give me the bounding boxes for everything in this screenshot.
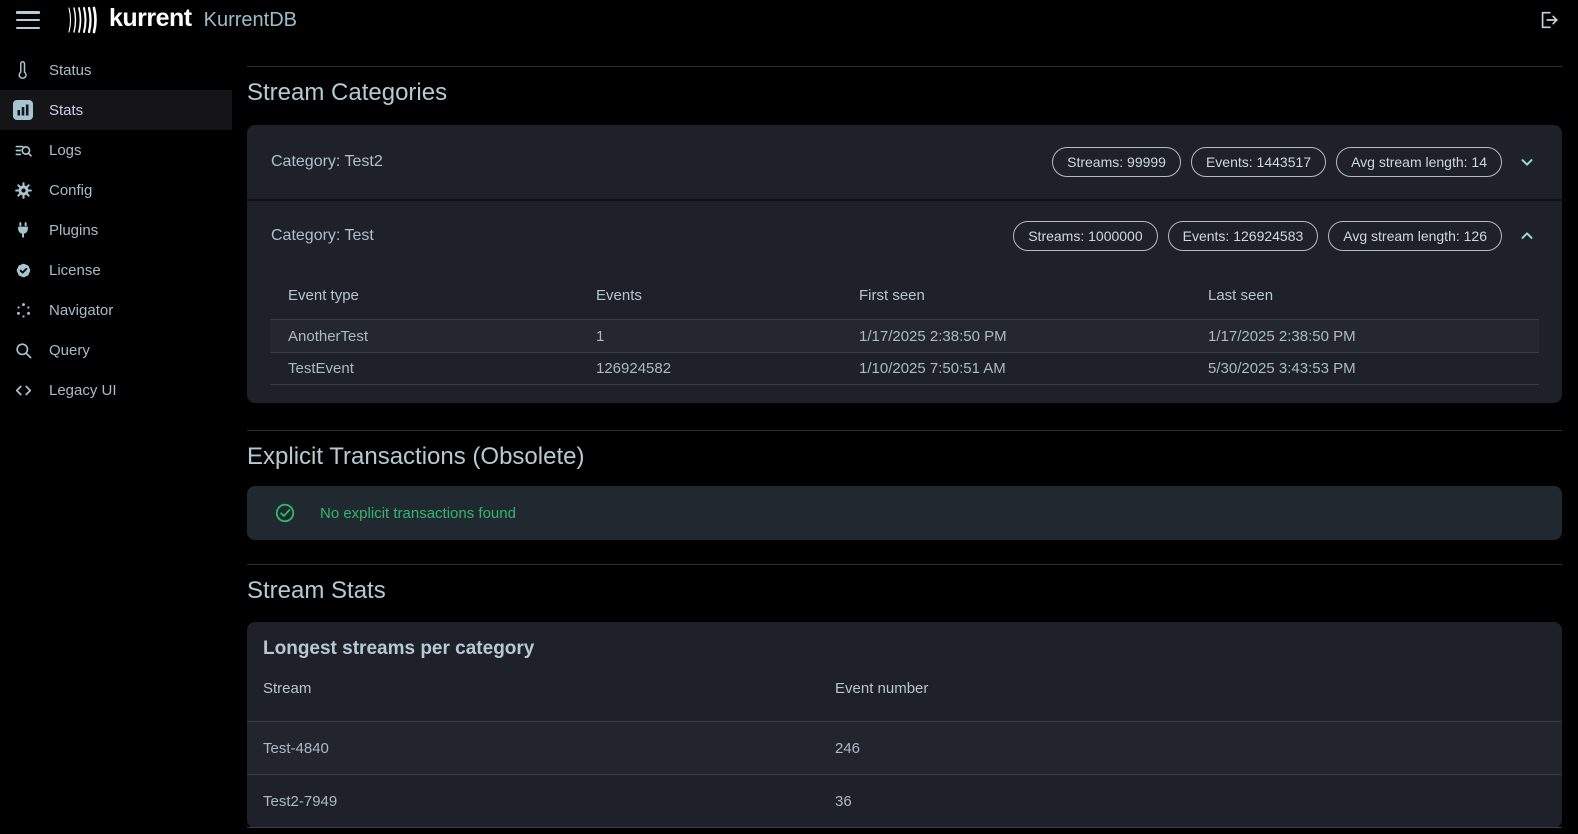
sidebar: Status Stats Logs: [0, 50, 232, 410]
top-bar: kurrent KurrentDB: [0, 0, 1578, 40]
longest-streams-card: Longest streams per category Stream Even…: [247, 622, 1562, 828]
sidebar-item-label: Navigator: [49, 302, 113, 319]
avg-stream-length-badge: Avg stream length: 126: [1328, 221, 1502, 251]
event-number-cell: 36: [819, 793, 1562, 810]
kurrent-logo[interactable]: kurrent: [66, 6, 192, 34]
code-brackets-icon: [13, 380, 33, 400]
events-cell: 1: [578, 328, 841, 345]
thermometer-icon: [13, 60, 33, 80]
hamburger-menu-icon[interactable]: [16, 11, 40, 29]
sidebar-item-license[interactable]: License: [0, 250, 232, 290]
notice-message: No explicit transactions found: [320, 505, 516, 522]
sidebar-item-stats[interactable]: Stats: [0, 90, 232, 130]
sidebar-item-query[interactable]: Query: [0, 330, 232, 370]
event-number-cell: 246: [819, 740, 1562, 757]
sidebar-item-navigator[interactable]: Navigator: [0, 290, 232, 330]
sidebar-item-label: Logs: [49, 142, 82, 159]
category-row-test[interactable]: Category: Test Streams: 1000000 Events: …: [247, 201, 1562, 271]
col-header-last-seen: Last seen: [1190, 287, 1539, 304]
streams-badge: Streams: 99999: [1052, 147, 1181, 177]
table-row: TestEvent 126924582 1/10/2025 7:50:51 AM…: [270, 352, 1539, 385]
sidebar-item-label: Config: [49, 182, 92, 199]
category-name: Category: Test: [271, 227, 374, 245]
logo-waves-icon: [66, 6, 102, 34]
stream-categories-card: Category: Test2 Streams: 99999 Events: 1…: [247, 125, 1562, 403]
search-icon: [13, 340, 33, 360]
check-circle-icon: [274, 502, 296, 524]
plug-icon: [13, 220, 33, 240]
sidebar-item-legacy-ui[interactable]: Legacy UI: [0, 370, 232, 410]
license-badge-icon: [13, 260, 33, 280]
event-type-table: Event type Events First seen Last seen A…: [270, 271, 1539, 403]
sidebar-item-label: Plugins: [49, 222, 98, 239]
main-content: Stream Categories Category: Test2 Stream…: [247, 66, 1562, 828]
section-divider: [247, 430, 1562, 431]
last-seen-cell: 1/17/2025 2:38:50 PM: [1190, 328, 1539, 345]
events-cell: 126924582: [578, 360, 841, 377]
explicit-transactions-title: Explicit Transactions (Obsolete): [247, 442, 1562, 472]
stream-cell: Test2-7949: [247, 793, 819, 810]
sidebar-item-label: Stats: [49, 102, 83, 119]
log-search-icon: [13, 140, 33, 160]
logout-button[interactable]: [1538, 9, 1560, 31]
app-title: KurrentDB: [204, 9, 297, 32]
sidebar-item-logs[interactable]: Logs: [0, 130, 232, 170]
table-row: Test2-7949 36: [247, 775, 1562, 828]
logout-icon: [1538, 9, 1560, 31]
navigator-dots-icon: [13, 300, 33, 320]
category-name: Category: Test2: [271, 153, 383, 171]
col-header-stream: Stream: [247, 680, 819, 697]
section-divider: [247, 66, 1562, 67]
gear-icon: [13, 180, 33, 200]
avg-stream-length-badge: Avg stream length: 14: [1336, 147, 1502, 177]
sidebar-item-label: Query: [49, 342, 90, 359]
table-row: Test-4840 246: [247, 722, 1562, 775]
event-type-table-header: Event type Events First seen Last seen: [270, 271, 1539, 319]
col-header-first-seen: First seen: [841, 287, 1190, 304]
chevron-down-icon[interactable]: [1518, 152, 1538, 172]
logo-wordmark: kurrent: [109, 6, 192, 34]
stream-categories-title: Stream Categories: [247, 78, 1562, 108]
event-type-cell: AnotherTest: [270, 328, 578, 345]
stream-cell: Test-4840: [247, 740, 819, 757]
category-row-test2[interactable]: Category: Test2 Streams: 99999 Events: 1…: [247, 125, 1562, 199]
col-header-events: Events: [578, 287, 841, 304]
chevron-up-icon[interactable]: [1518, 226, 1538, 246]
sidebar-item-config[interactable]: Config: [0, 170, 232, 210]
longest-streams-table-header: Stream Event number: [247, 680, 1562, 722]
col-header-event-number: Event number: [819, 680, 1562, 697]
longest-streams-table: Stream Event number Test-4840 246 Test2-…: [247, 680, 1562, 828]
sidebar-item-status[interactable]: Status: [0, 50, 232, 90]
event-type-cell: TestEvent: [270, 360, 578, 377]
events-badge: Events: 126924583: [1168, 221, 1319, 251]
first-seen-cell: 1/17/2025 2:38:50 PM: [841, 328, 1190, 345]
section-divider: [247, 564, 1562, 565]
longest-streams-card-title: Longest streams per category: [247, 638, 1562, 660]
sidebar-item-label: Status: [49, 62, 92, 79]
events-badge: Events: 1443517: [1191, 147, 1326, 177]
col-header-event-type: Event type: [270, 287, 578, 304]
streams-badge: Streams: 1000000: [1013, 221, 1157, 251]
sidebar-item-plugins[interactable]: Plugins: [0, 210, 232, 250]
table-row: AnotherTest 1 1/17/2025 2:38:50 PM 1/17/…: [270, 319, 1539, 352]
no-transactions-notice: No explicit transactions found: [247, 486, 1562, 540]
sidebar-item-label: Legacy UI: [49, 382, 117, 399]
sidebar-item-label: License: [49, 262, 101, 279]
last-seen-cell: 5/30/2025 3:43:53 PM: [1190, 360, 1539, 377]
first-seen-cell: 1/10/2025 7:50:51 AM: [841, 360, 1190, 377]
stream-stats-title: Stream Stats: [247, 576, 1562, 606]
bar-chart-icon: [13, 100, 33, 120]
